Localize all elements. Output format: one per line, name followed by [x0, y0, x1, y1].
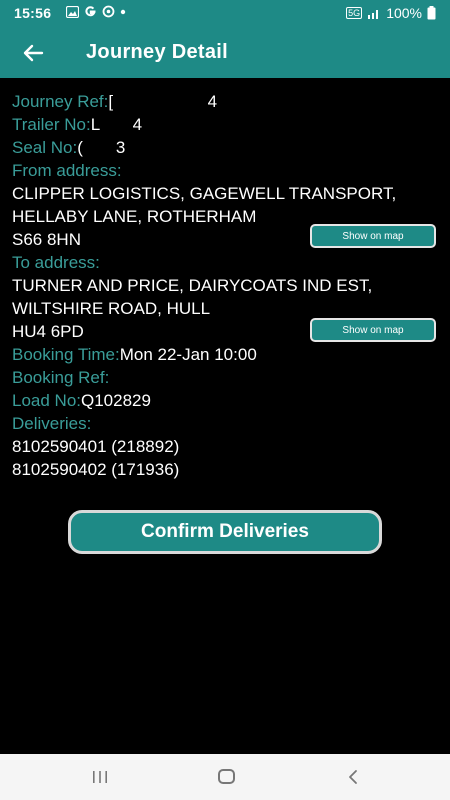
battery-percent: 100%	[386, 5, 422, 21]
journey-ref-row: Journey Ref:[ 4	[12, 90, 440, 113]
status-bar: 15:56 5G 100%	[0, 0, 450, 28]
signal-icon	[368, 10, 379, 19]
home-icon[interactable]	[218, 769, 235, 784]
booking-time-value: Mon 22-Jan 10:00	[119, 345, 257, 364]
system-navigation-bar	[0, 754, 450, 800]
status-notification-icons	[66, 5, 126, 18]
deliveries-label-row: Deliveries:	[12, 412, 440, 435]
deliveries-label: Deliveries:	[12, 414, 92, 433]
delivery-item: 8102590402 (171936)	[12, 460, 180, 479]
seal-no-row: Seal No:( 3	[12, 136, 440, 159]
page-title: Journey Detail	[86, 41, 229, 63]
trailer-no-row: Trailer No:L 4	[12, 113, 440, 136]
network-icon: 5G	[346, 7, 363, 19]
status-right: 5G 100%	[346, 5, 436, 21]
to-address-line2: WILTSHIRE ROAD, HULL	[12, 299, 211, 318]
to-address-label: To address:	[12, 253, 100, 272]
trailer-no-label: Trailer No:	[12, 115, 91, 134]
to-address-line1: TURNER AND PRICE, DAIRYCOATS IND EST,	[12, 276, 373, 295]
back-arrow-icon[interactable]	[18, 38, 48, 68]
show-on-map-to-button[interactable]: Show on map	[310, 318, 436, 342]
from-address-line1: CLIPPER LOGISTICS, GAGEWELL TRANSPORT,	[12, 184, 397, 203]
booking-ref-row: Booking Ref:	[12, 366, 440, 389]
booking-time-row: Booking Time:Mon 22-Jan 10:00	[12, 343, 440, 366]
from-address-label-row: From address:	[12, 159, 440, 182]
from-address-label: From address:	[12, 161, 122, 180]
battery-icon	[427, 6, 436, 20]
image-icon	[66, 5, 79, 18]
g-icon	[85, 6, 96, 17]
journey-details: Journey Ref:[ 4 Trailer No:L 4 Seal No:(…	[12, 90, 440, 481]
journey-ref-label: Journey Ref:	[12, 92, 109, 111]
booking-ref-label: Booking Ref:	[12, 368, 110, 387]
delivery-item: 8102590401 (218892)	[12, 437, 180, 456]
show-on-map-from-button[interactable]: Show on map	[310, 224, 436, 248]
nav-back-icon[interactable]	[346, 768, 360, 786]
confirm-deliveries-button[interactable]: Confirm Deliveries	[68, 510, 382, 554]
status-time: 15:56	[14, 5, 52, 21]
recent-apps-icon[interactable]	[91, 770, 109, 784]
seal-no-value: ( 3	[77, 138, 126, 157]
load-no-row: Load No:Q102829	[12, 389, 440, 412]
seal-no-label: Seal No:	[12, 138, 78, 157]
journey-ref-value: [ 4	[108, 92, 218, 111]
app-bar: Journey Detail	[0, 28, 450, 78]
booking-time-label: Booking Time:	[12, 345, 120, 364]
trailer-no-value: L 4	[90, 115, 143, 134]
load-no-label: Load No:	[12, 391, 81, 410]
load-no-value: Q102829	[81, 391, 151, 410]
dot-icon	[120, 9, 126, 14]
g-icon	[102, 5, 115, 18]
to-address-label-row: To address:	[12, 251, 440, 274]
